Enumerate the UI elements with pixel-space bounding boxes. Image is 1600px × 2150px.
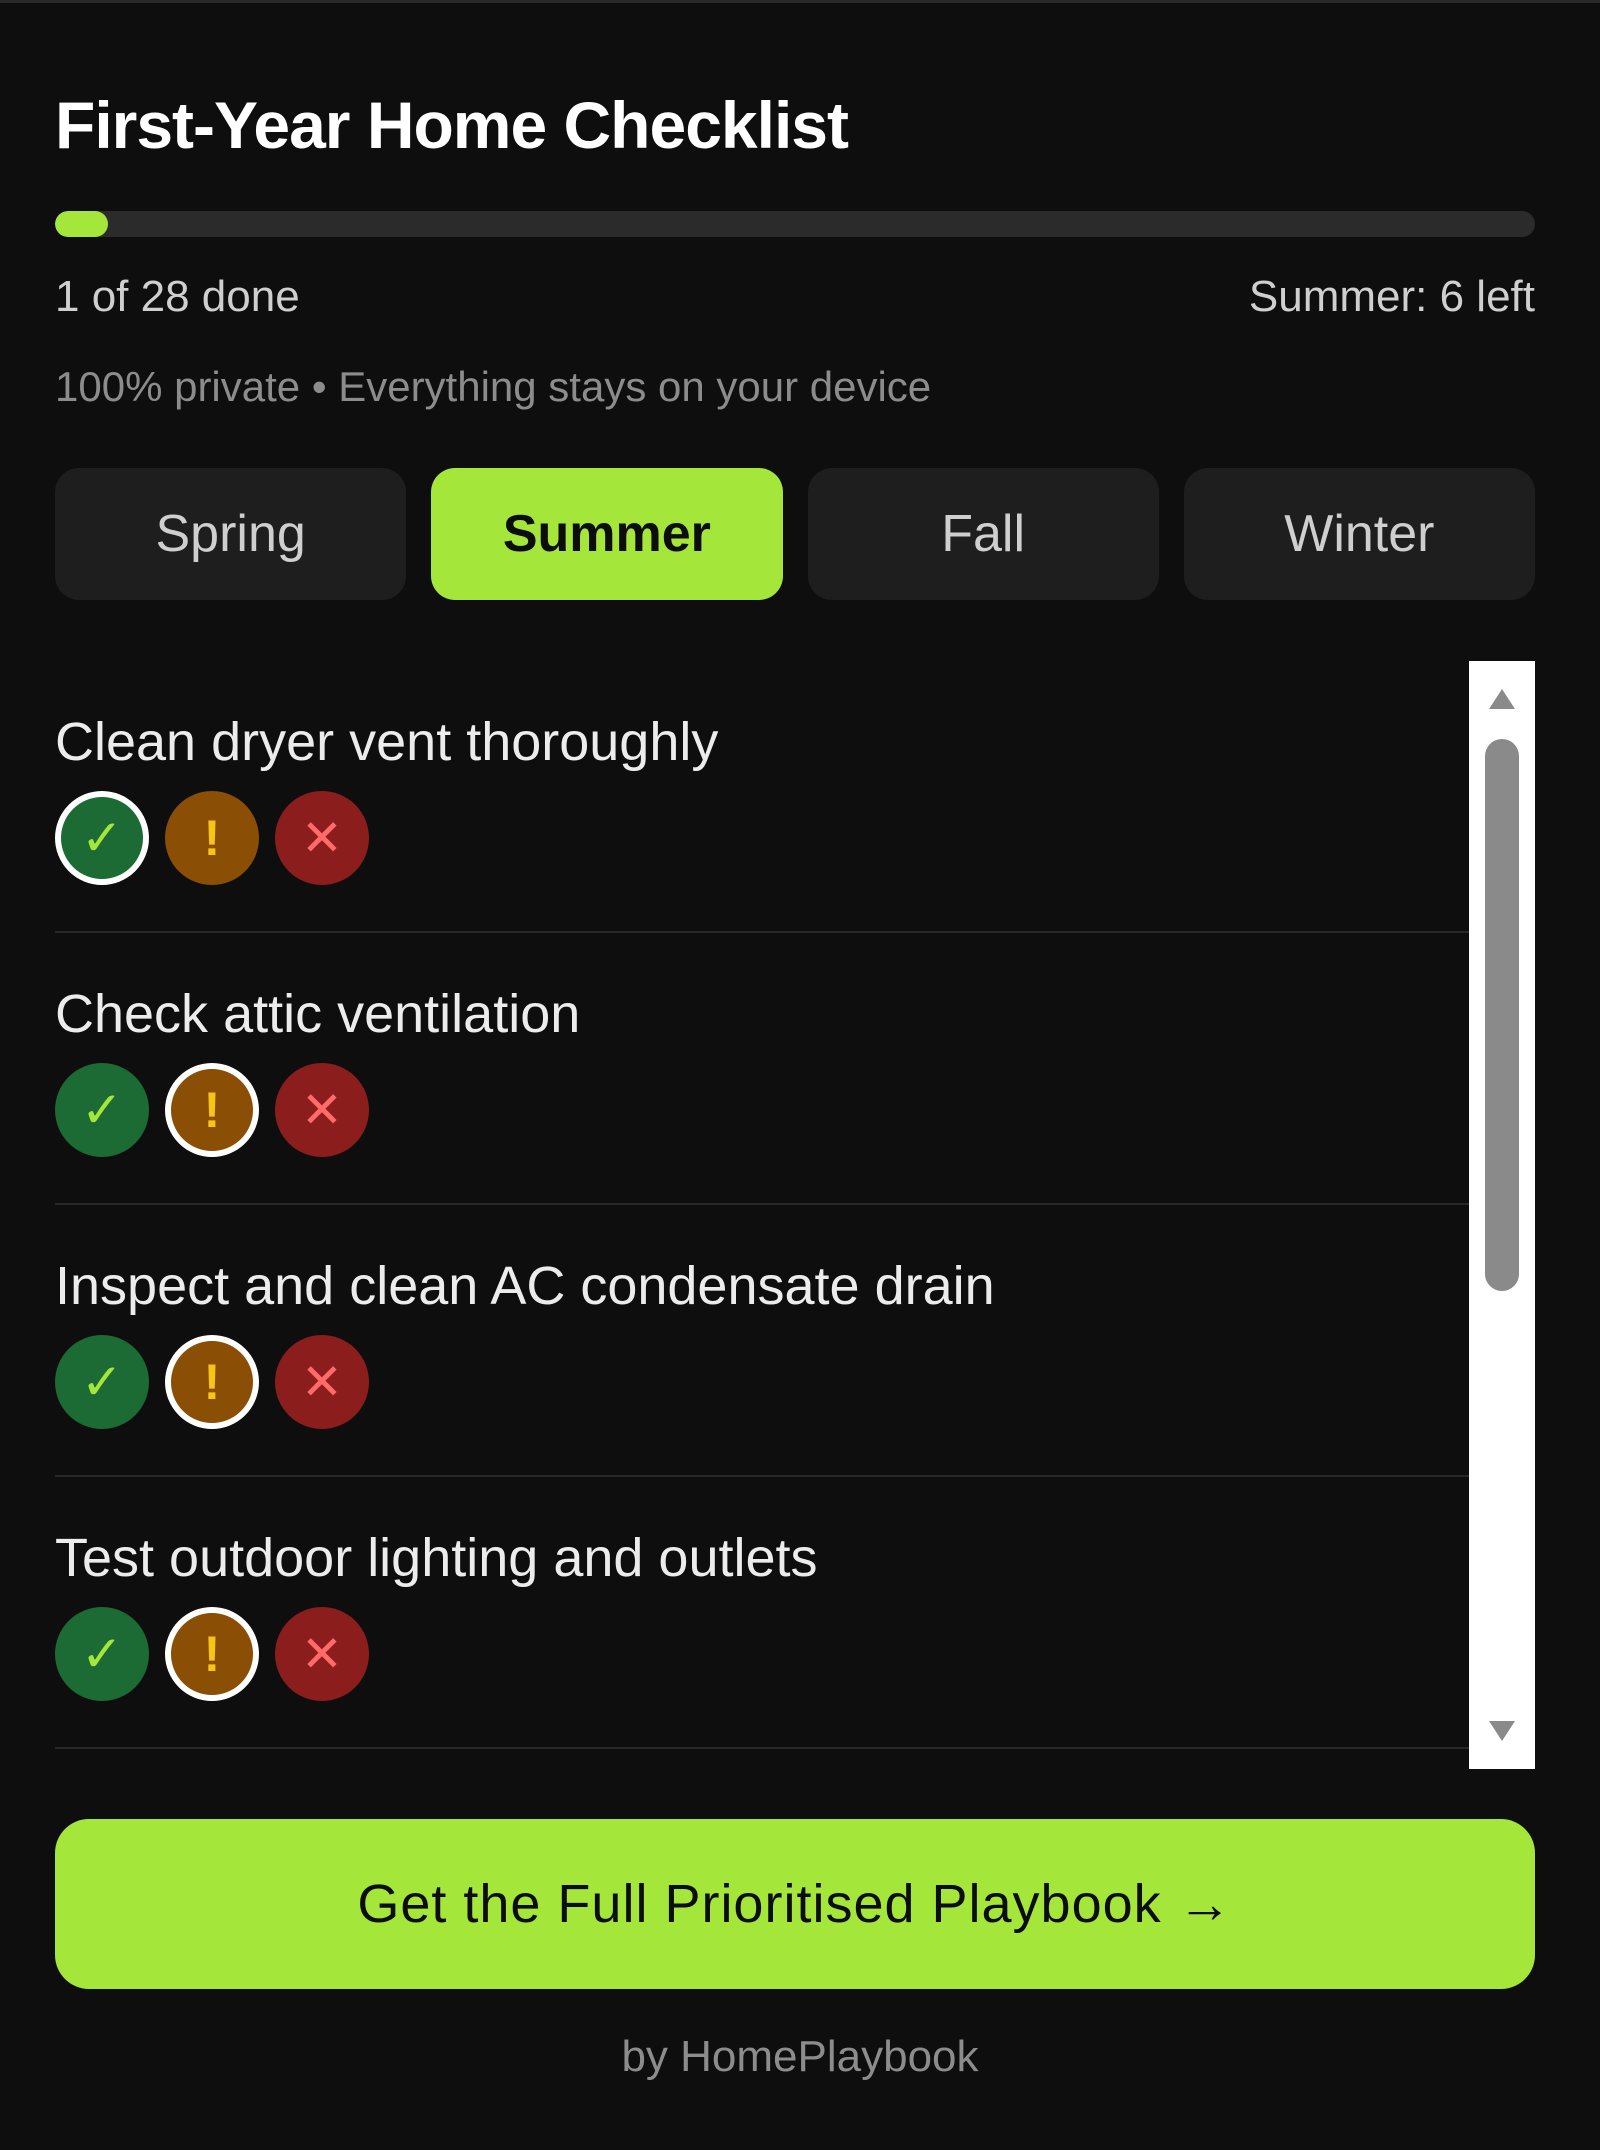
season-remaining-text: Summer: 6 left (1248, 272, 1535, 321)
scroll-down-arrow-icon[interactable] (1489, 1721, 1515, 1741)
check-icon: ✓ (81, 1626, 123, 1682)
tab-fall[interactable]: Fall (807, 468, 1159, 600)
mark-attention-button[interactable]: ! (165, 1607, 259, 1701)
scroll-up-arrow-icon[interactable] (1489, 689, 1515, 709)
mark-attention-button[interactable]: ! (165, 791, 259, 885)
mark-problem-button[interactable]: ✕ (275, 791, 369, 885)
task-item: Check attic ventilation ✓ ! ✕ (55, 933, 1469, 1205)
task-title: Clean dryer vent thoroughly (55, 712, 719, 772)
privacy-note: 100% private • Everything stays on your … (55, 363, 932, 410)
task-title: Check attic ventilation (55, 984, 581, 1044)
cross-icon: ✕ (301, 1354, 343, 1410)
task-title: Inspect and clean AC condensate drain (55, 1256, 995, 1316)
mark-attention-button[interactable]: ! (165, 1335, 259, 1429)
task-status-buttons: ✓ ! ✕ (55, 791, 369, 885)
tab-spring[interactable]: Spring (55, 468, 407, 600)
check-icon: ✓ (81, 1082, 123, 1138)
task-status-buttons: ✓ ! ✕ (55, 1063, 369, 1157)
page-title: First-Year Home Checklist (55, 88, 849, 162)
cross-icon: ✕ (301, 810, 343, 866)
exclamation-icon: ! (203, 1354, 221, 1410)
mark-done-button[interactable]: ✓ (55, 1607, 149, 1701)
task-title: Test outdoor lighting and outlets (55, 1528, 818, 1588)
exclamation-icon: ! (203, 1626, 221, 1682)
tab-summer[interactable]: Summer (431, 468, 783, 600)
cross-icon: ✕ (301, 1082, 343, 1138)
checklist-panel: First-Year Home Checklist 1 of 28 done S… (0, 0, 1600, 2150)
task-item: Inspect and clean AC condensate drain ✓ … (55, 1205, 1469, 1477)
progress-stats: 1 of 28 done Summer: 6 left (55, 265, 1535, 329)
check-icon: ✓ (81, 1354, 123, 1410)
exclamation-icon: ! (203, 810, 221, 866)
task-item: Clean dryer vent thoroughly ✓ ! ✕ (55, 661, 1469, 933)
get-playbook-button[interactable]: Get the Full Prioritised Playbook → (55, 1819, 1535, 1989)
task-list: Clean dryer vent thoroughly ✓ ! ✕ Check … (55, 661, 1469, 1769)
task-status-buttons: ✓ ! ✕ (55, 1607, 369, 1701)
done-count-text: 1 of 28 done (55, 272, 300, 321)
mark-problem-button[interactable]: ✕ (275, 1063, 369, 1157)
season-tabs: Spring Summer Fall Winter (55, 468, 1535, 600)
mark-problem-button[interactable]: ✕ (275, 1335, 369, 1429)
tab-winter[interactable]: Winter (1183, 468, 1535, 600)
progress-bar (55, 211, 1535, 237)
mark-done-button[interactable]: ✓ (55, 1335, 149, 1429)
mark-done-button[interactable]: ✓ (55, 1063, 149, 1157)
check-icon: ✓ (81, 810, 123, 866)
mark-attention-button[interactable]: ! (165, 1063, 259, 1157)
task-status-buttons: ✓ ! ✕ (55, 1335, 369, 1429)
progress-fill (55, 211, 109, 237)
cross-icon: ✕ (301, 1626, 343, 1682)
task-list-scrollbar[interactable] (1469, 661, 1535, 1769)
mark-problem-button[interactable]: ✕ (275, 1607, 369, 1701)
scroll-thumb[interactable] (1485, 739, 1519, 1291)
task-item: Test outdoor lighting and outlets ✓ ! ✕ (55, 1477, 1469, 1749)
exclamation-icon: ! (203, 1082, 221, 1138)
mark-done-button[interactable]: ✓ (55, 791, 149, 885)
footer-credit: by HomePlaybook (621, 2032, 979, 2081)
